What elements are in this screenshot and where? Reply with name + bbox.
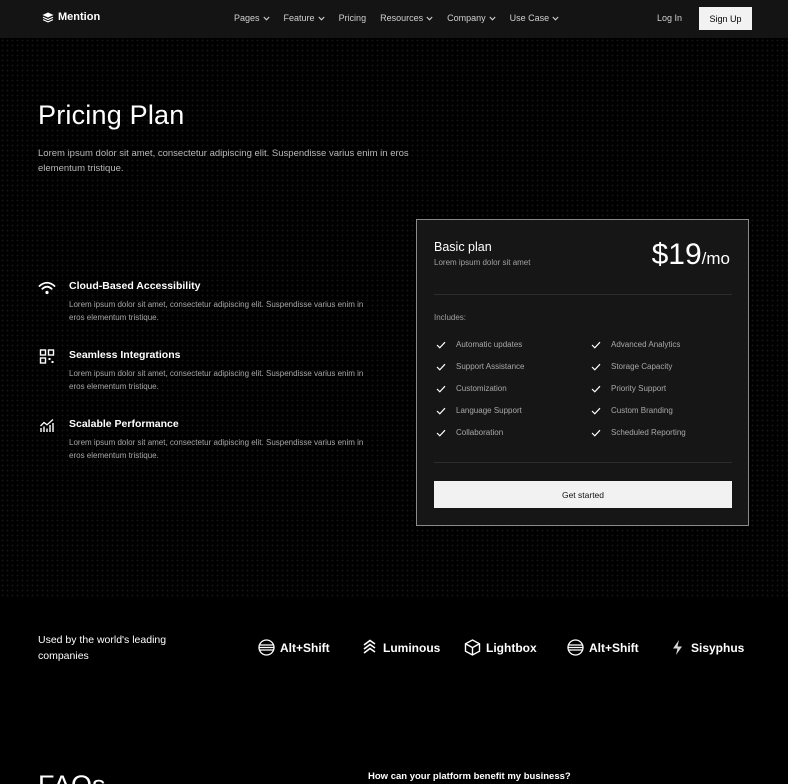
check-icon [591, 385, 601, 393]
check-icon [436, 363, 446, 371]
plan-subtitle: Lorem ipsum dolor sit amet [434, 258, 531, 267]
included-feature-label: Scheduled Reporting [611, 428, 686, 437]
check-icon [591, 341, 601, 349]
brand-name: Mention [58, 11, 101, 23]
includes-label: Includes: [434, 313, 467, 322]
nav-link-pricing[interactable]: Pricing [339, 13, 367, 23]
included-feature-label: Support Assistance [456, 362, 525, 371]
striped-globe-icon [567, 639, 584, 656]
included-feature-label: Advanced Analytics [611, 340, 681, 349]
chevron-down-icon [426, 16, 433, 21]
nav-link-label: Feature [283, 13, 315, 23]
partner-name: Alt+Shift [589, 640, 639, 655]
nav-link-label: Company [447, 13, 486, 23]
chevron-down-icon [552, 16, 559, 21]
pricing-card: Basic plan Lorem ipsum dolor sit amet $1… [416, 219, 749, 526]
card-divider [434, 462, 732, 463]
top-navbar: Mention Pages Feature Pricing Resources … [0, 0, 788, 38]
nav-link-feature[interactable]: Feature [284, 13, 325, 23]
logos-heading: Used by the world's leading companies [38, 634, 167, 662]
check-icon [436, 341, 446, 349]
feature-description: Lorem ipsum dolor sit amet, consectetur … [69, 438, 364, 460]
included-feature: Customization [436, 384, 507, 393]
included-feature-label: Collaboration [456, 428, 504, 437]
partner-name: Alt+Shift [280, 640, 330, 655]
check-icon [591, 407, 601, 415]
nav-link-company[interactable]: Company [447, 13, 496, 23]
page-subtitle: Lorem ipsum dolor sit amet, consectetur … [38, 148, 409, 174]
faq-title: FAQs [38, 770, 106, 784]
nav-link-label: Use Case [509, 13, 550, 23]
included-feature: Priority Support [591, 384, 666, 393]
nav-link-label: Pricing [338, 13, 367, 23]
cube-icon [464, 639, 481, 656]
nav-link-pages[interactable]: Pages [234, 13, 270, 23]
included-feature-label: Language Support [456, 406, 522, 415]
feature-title: Cloud-Based Accessibility [69, 280, 201, 292]
chart-growth-icon [40, 419, 54, 432]
included-feature: Collaboration [436, 428, 503, 437]
get-started-button[interactable]: Get started [434, 481, 732, 508]
partner-logo-lightbox: Lightbox [464, 639, 537, 656]
bolt-icon [673, 640, 682, 655]
check-icon [591, 363, 601, 371]
stack-logo-icon [42, 12, 54, 23]
included-feature: Language Support [436, 406, 522, 415]
included-feature-label: Custom Branding [611, 406, 673, 415]
feature-description: Lorem ipsum dolor sit amet, consectetur … [69, 300, 364, 322]
included-feature: Scheduled Reporting [591, 428, 686, 437]
price-unit: /mo [701, 249, 730, 268]
included-feature: Custom Branding [591, 406, 673, 415]
price-amount: $19 [651, 238, 702, 271]
partner-logo-luminous: Luminous [361, 639, 440, 656]
nav-link-use-case[interactable]: Use Case [510, 13, 560, 23]
included-feature-label: Priority Support [611, 384, 667, 393]
check-icon [436, 385, 446, 393]
included-feature-label: Customization [456, 384, 507, 393]
faq-question[interactable]: How can your platform benefit my busines… [368, 771, 571, 782]
partner-name: Luminous [383, 640, 441, 655]
layered-diamond-icon [363, 639, 376, 654]
nav-link-label: Pages [234, 13, 260, 23]
signup-button[interactable]: Sign Up [699, 7, 752, 30]
nav-link-label: Resources [380, 13, 424, 23]
partner-name: Lightbox [486, 640, 537, 655]
brand-logo[interactable]: Mention [42, 11, 100, 23]
included-feature: Automatic updates [436, 340, 522, 349]
card-divider [434, 294, 732, 295]
partner-logo-sisyphus: Sisyphus [669, 639, 744, 656]
included-feature: Advanced Analytics [591, 340, 680, 349]
nav-links: Pages Feature Pricing Resources Company … [234, 13, 559, 23]
wifi-icon [38, 281, 56, 295]
partner-name: Sisyphus [691, 640, 745, 655]
included-feature: Support Assistance [436, 362, 524, 371]
feature-description: Lorem ipsum dolor sit amet, consectetur … [69, 369, 364, 391]
chevron-down-icon [317, 16, 325, 21]
striped-globe-icon [258, 639, 275, 656]
partner-logo-altshift: Alt+Shift [258, 639, 330, 656]
nav-link-resources[interactable]: Resources [380, 13, 433, 23]
grid-icon [39, 349, 55, 364]
check-icon [591, 429, 601, 437]
check-icon [436, 407, 446, 415]
included-feature-label: Storage Capacity [611, 362, 673, 371]
partner-logo-altshift-2: Alt+Shift [567, 639, 639, 656]
feature-title: Seamless Integrations [69, 349, 181, 361]
included-feature: Storage Capacity [591, 362, 672, 371]
feature-title: Scalable Performance [69, 418, 179, 430]
plan-price: $19/mo [652, 238, 730, 272]
plan-name: Basic plan [434, 240, 492, 254]
check-icon [436, 429, 446, 437]
login-link[interactable]: Log In [657, 13, 682, 23]
included-feature-label: Automatic updates [456, 340, 523, 349]
chevron-down-icon [262, 16, 270, 21]
chevron-down-icon [489, 16, 496, 21]
page-title: Pricing Plan [38, 100, 185, 130]
